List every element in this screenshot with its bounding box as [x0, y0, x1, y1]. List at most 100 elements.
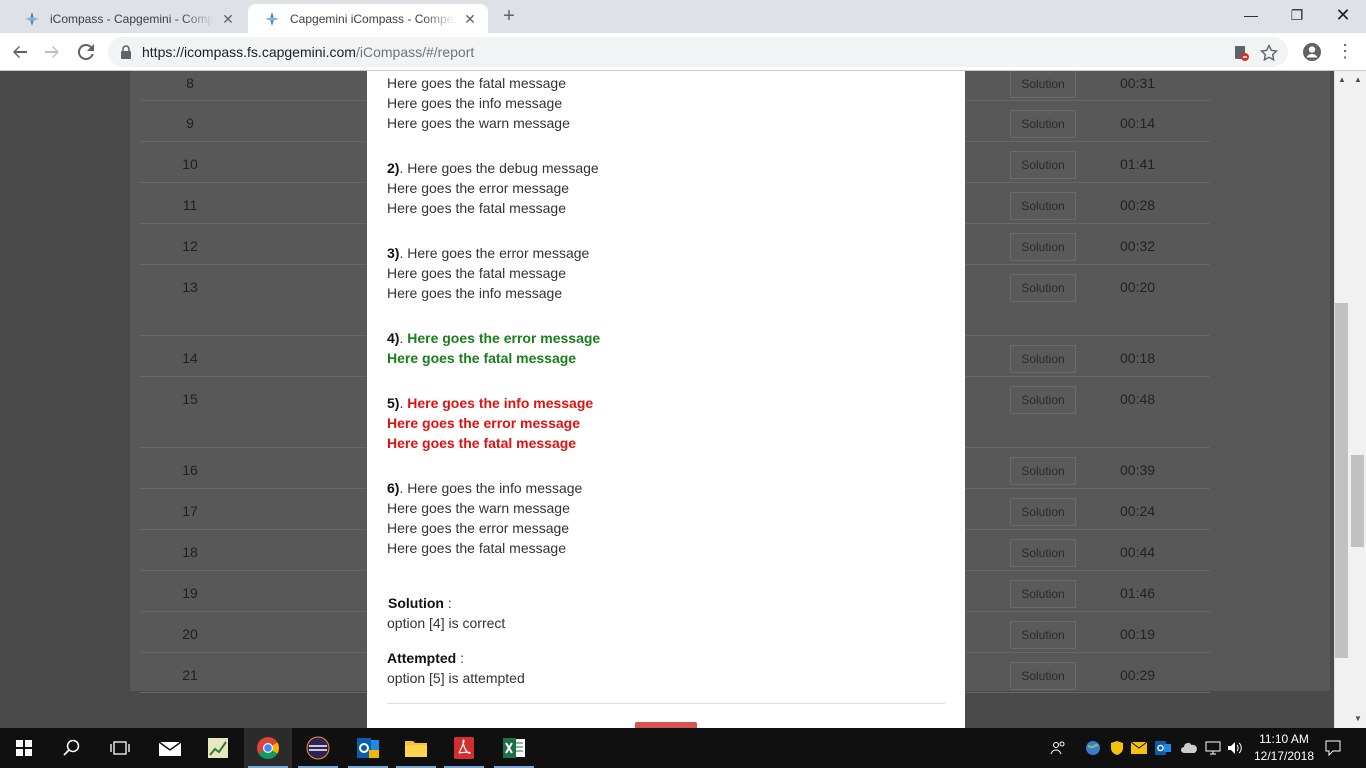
attempted-heading: Attempted :: [387, 648, 464, 668]
question-number: 11: [182, 197, 198, 213]
back-button[interactable]: [8, 40, 32, 64]
solution-button[interactable]: Solution: [1010, 110, 1076, 138]
solution-button[interactable]: Solution: [1010, 386, 1076, 414]
outlook-tray-icon[interactable]: [1152, 728, 1174, 768]
new-tab-button[interactable]: +: [498, 6, 520, 28]
modal-scrollbar-thumb[interactable]: [1335, 303, 1348, 658]
solution-button[interactable]: Solution: [1010, 457, 1076, 485]
network-icon: [1205, 741, 1221, 755]
modal-scroll-up-arrow-icon[interactable]: ▲: [1334, 72, 1350, 88]
start-button[interactable]: [0, 728, 48, 768]
solution-button[interactable]: Solution: [1010, 580, 1076, 608]
acrobat-button[interactable]: [440, 728, 488, 768]
time-taken: 00:19: [1120, 626, 1156, 642]
restore-button[interactable]: ❐: [1274, 0, 1320, 30]
lock-icon: [121, 45, 131, 59]
mail-app-button[interactable]: [146, 728, 194, 768]
time-taken: 00:39: [1120, 462, 1156, 478]
option-3-line-3: Here goes the info message: [387, 285, 563, 301]
question-number: 21: [182, 667, 198, 683]
solution-button[interactable]: Solution: [1010, 662, 1076, 690]
question-number: 10: [182, 156, 198, 172]
solution-button[interactable]: Solution: [1010, 192, 1076, 220]
taskbar-clock[interactable]: 11:10 AM 12/17/2018: [1248, 731, 1320, 765]
address-bar[interactable]: https://icompass.fs.capgemini.com/iCompa…: [108, 37, 1288, 67]
tab-icompass-2[interactable]: Capgemini iCompass - Competer ✕: [248, 4, 488, 33]
blocked-content-icon[interactable]: [1232, 44, 1250, 62]
task-manager-button[interactable]: [194, 728, 242, 768]
option-5-line-3: Here goes the fatal message: [387, 435, 577, 451]
search-icon: [63, 739, 80, 756]
question-number: 20: [182, 626, 198, 642]
reload-button[interactable]: [74, 40, 98, 64]
mail-icon: [158, 741, 182, 756]
browser-toolbar: https://icompass.fs.capgemini.com/iCompa…: [0, 33, 1366, 71]
eclipse-button[interactable]: [294, 728, 342, 768]
page-scrollbar-thumb[interactable]: [1351, 455, 1364, 547]
solution-button[interactable]: Solution: [1010, 233, 1076, 261]
question-number: 14: [182, 350, 198, 366]
option-4-number: 4): [387, 330, 400, 346]
bookmark-star-icon[interactable]: [1260, 44, 1278, 62]
time-taken: 00:18: [1120, 350, 1156, 366]
forward-button[interactable]: [40, 40, 64, 64]
question-number: 19: [182, 585, 198, 601]
option-3: 3). Here goes the error message: [387, 245, 590, 261]
globe-tray-icon[interactable]: [1082, 728, 1104, 768]
people-icon[interactable]: [1046, 728, 1070, 768]
outlook-button[interactable]: [344, 728, 392, 768]
option-3-number: 3): [387, 245, 400, 261]
more-menu-icon[interactable]: ⋮: [1336, 41, 1354, 63]
clock-time: 11:10 AM: [1259, 732, 1309, 746]
time-taken: 00:32: [1120, 238, 1156, 254]
option-6-line-1: Here goes the info message: [407, 480, 583, 496]
solution-button[interactable]: Solution: [1010, 71, 1076, 98]
action-center-button[interactable]: [1320, 728, 1346, 768]
option-2: 2). Here goes the debug message: [387, 160, 599, 176]
option-1-line-3: Here goes the info message: [387, 95, 563, 111]
page-scrollbar[interactable]: [1350, 71, 1366, 728]
clock-date: 12/17/2018: [1253, 749, 1315, 763]
time-taken: 00:31: [1120, 75, 1156, 91]
option-5-number: 5): [387, 395, 400, 411]
tab-title: Capgemini iCompass - Competer: [290, 11, 456, 26]
notification-icon: [1325, 740, 1341, 756]
task-view-button[interactable]: [96, 728, 144, 768]
eclipse-icon: [306, 736, 330, 760]
time-taken: 00:48: [1120, 391, 1156, 407]
close-tab-icon[interactable]: ✕: [220, 11, 236, 27]
solution-button[interactable]: Solution: [1010, 345, 1076, 373]
volume-tray-icon[interactable]: [1224, 728, 1246, 768]
network-tray-icon[interactable]: [1202, 728, 1224, 768]
solution-button[interactable]: Solution: [1010, 151, 1076, 179]
file-explorer-button[interactable]: [392, 728, 440, 768]
excel-button[interactable]: [490, 728, 538, 768]
scroll-up-arrow-icon[interactable]: ▲: [1350, 72, 1366, 88]
mail-tray-icon[interactable]: [1128, 728, 1150, 768]
solution-button[interactable]: Solution: [1010, 539, 1076, 567]
time-taken: 00:28: [1120, 197, 1156, 213]
profile-icon[interactable]: [1302, 42, 1322, 62]
security-tray-icon[interactable]: [1106, 728, 1128, 768]
solution-label: Solution: [388, 595, 444, 611]
option-4-line-1: Here goes the error message: [407, 330, 601, 346]
solution-button[interactable]: Solution: [1010, 621, 1076, 649]
onedrive-tray-icon[interactable]: [1178, 728, 1200, 768]
question-number: 18: [182, 544, 198, 560]
option-2-number: 2): [387, 160, 400, 176]
arrow-right-icon: [45, 46, 59, 58]
search-button[interactable]: [48, 728, 96, 768]
solution-button[interactable]: Solution: [1010, 274, 1076, 302]
chart-app-icon: [208, 738, 228, 758]
solution-button[interactable]: Solution: [1010, 498, 1076, 526]
close-window-button[interactable]: ✕: [1320, 0, 1366, 30]
minimize-button[interactable]: —: [1228, 0, 1274, 30]
close-tab-icon[interactable]: ✕: [462, 11, 478, 27]
chrome-taskbar-button[interactable]: [244, 728, 292, 768]
tab-icompass-1[interactable]: iCompass - Capgemini - Compet ✕: [8, 4, 246, 33]
attempted-value: option [5] is attempted: [387, 670, 525, 686]
shield-icon: [1111, 741, 1123, 755]
scroll-down-arrow-icon[interactable]: ▼: [1350, 711, 1366, 727]
option-2-line-1: Here goes the debug message: [407, 160, 599, 176]
option-3-line-1: Here goes the error message: [407, 245, 590, 261]
